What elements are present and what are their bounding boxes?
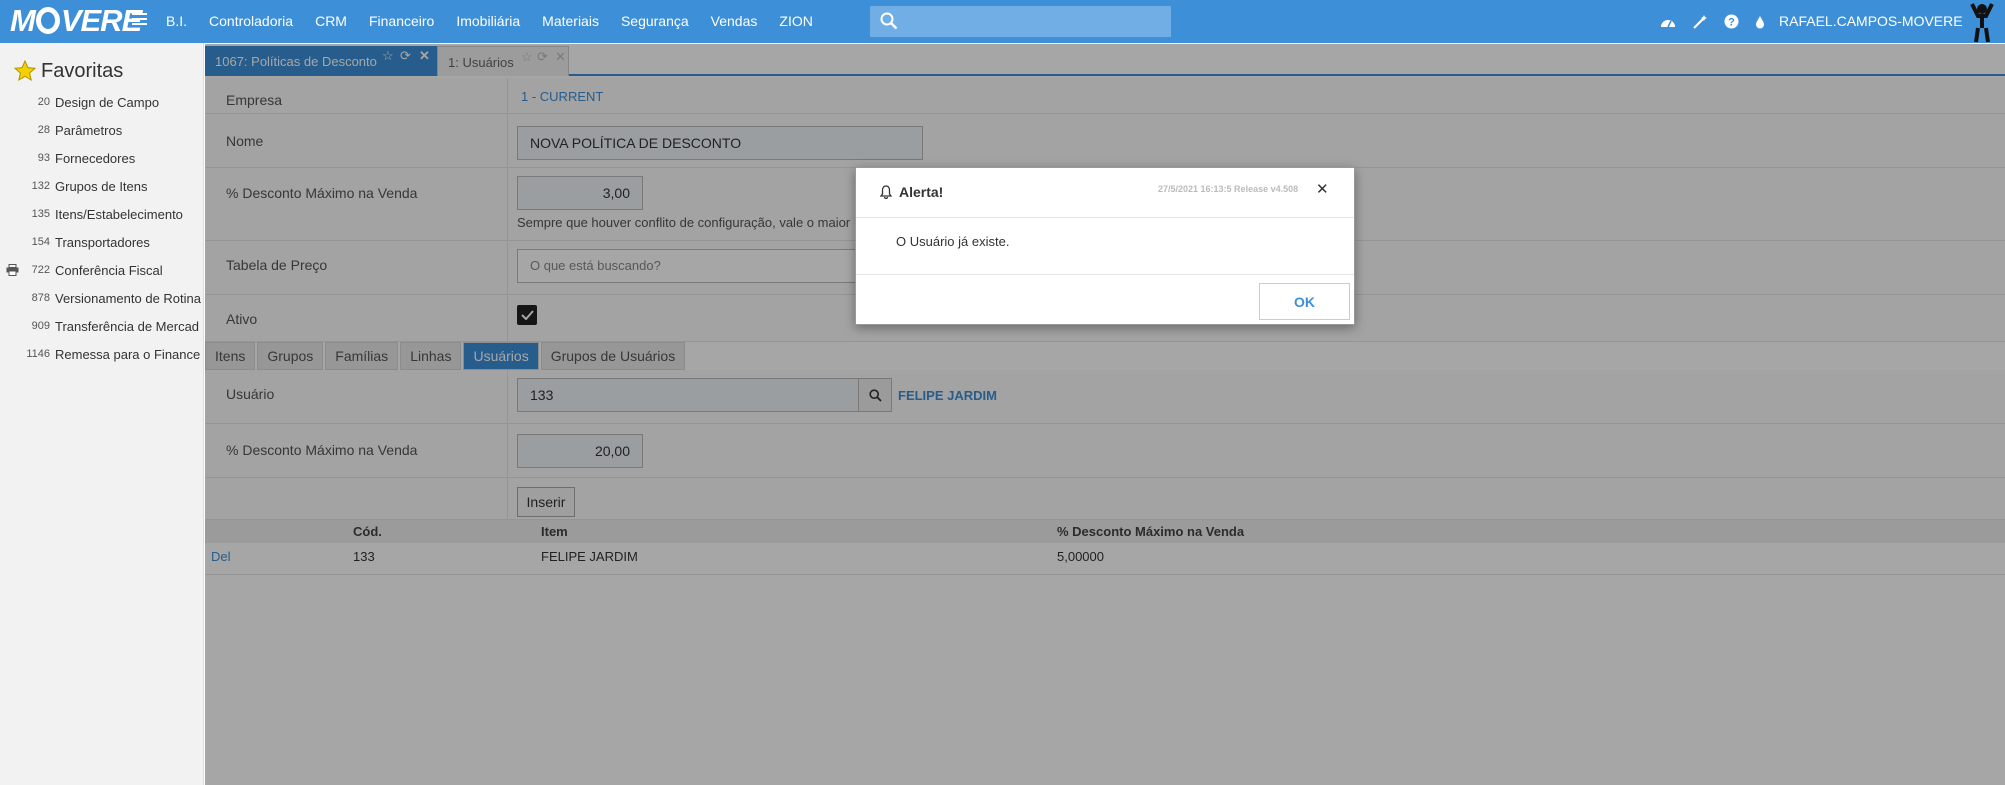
nav-item-seguranca[interactable]: Segurança [610, 0, 700, 43]
close-icon[interactable]: ✕ [1316, 180, 1329, 198]
sidebar-item-number: 878 [31, 292, 50, 304]
sidebar-item-design-de-campo[interactable]: 20 Design de Campo [0, 88, 204, 116]
bell-icon [880, 185, 892, 199]
alert-header: Alerta! 27/5/2021 16:13:5 Release v4.508… [856, 168, 1354, 218]
favorites-title: Favoritas [41, 59, 124, 82]
water-drop-icon[interactable] [1755, 15, 1765, 29]
sidebar-item-label: Versionamento de Rotina [55, 290, 201, 306]
header-tools: ? [1652, 0, 1773, 43]
alert-footer: OK [856, 274, 1354, 324]
hamburger-menu-icon[interactable] [132, 13, 147, 26]
sidebar-item-fornecedores[interactable]: 93 Fornecedores [0, 144, 204, 172]
search-input[interactable] [906, 9, 1164, 34]
sidebar-item-number: 1146 [26, 348, 50, 360]
sidebar-item-remessa-para-o-finance[interactable]: 1146 Remessa para o Finance [0, 340, 204, 368]
sidebar-item-itens-estabelecimento[interactable]: 135 Itens/Estabelecimento [0, 200, 204, 228]
sidebar-item-number: 722 [31, 264, 50, 276]
sidebar-item-number: 28 [37, 124, 50, 136]
sidebar-item-number: 135 [31, 208, 50, 220]
svg-text:?: ? [1728, 17, 1735, 29]
help-icon[interactable]: ? [1724, 14, 1739, 29]
sidebar-item-versionamento-de-rotina[interactable]: 878 Versionamento de Rotina [0, 284, 204, 312]
dashboard-gauge-icon[interactable] [1660, 15, 1676, 29]
nav-item-controladoria[interactable]: Controladoria [198, 0, 304, 43]
sidebar-item-transferencia-de-mercad[interactable]: 909 Transferência de Mercad [0, 312, 204, 340]
sidebar-item-conferencia-fiscal[interactable]: 722 Conferência Fiscal [0, 256, 204, 284]
star-icon [14, 60, 36, 82]
sidebar-item-label: Design de Campo [55, 94, 160, 110]
nav-item-materiais[interactable]: Materiais [531, 0, 610, 43]
sidebar-item-number: 132 [31, 180, 50, 192]
top-navbar: M VERE B.I. Controladoria CRM Financeiro … [0, 0, 2005, 43]
sidebar-item-number: 20 [37, 96, 50, 108]
sidebar-item-parametros[interactable]: 28 Parâmetros [0, 116, 204, 144]
sidebar-item-label: Grupos de Itens [55, 178, 148, 194]
sidebar-item-number: 93 [37, 152, 50, 164]
modal-backdrop[interactable] [205, 44, 2005, 785]
sidebar-item-label: Fornecedores [55, 150, 136, 166]
sidebar-item-label: Conferência Fiscal [55, 262, 163, 278]
nav-item-crm[interactable]: CRM [304, 0, 358, 43]
user-figure-icon [1970, 3, 1994, 43]
sidebar-item-grupos-de-itens[interactable]: 132 Grupos de Itens [0, 172, 204, 200]
nav-item-financeiro[interactable]: Financeiro [358, 0, 445, 43]
global-search [870, 6, 1171, 37]
printer-icon[interactable] [6, 264, 19, 276]
nav-item-imobiliaria[interactable]: Imobiliária [445, 0, 531, 43]
alert-title: Alerta! [899, 184, 944, 200]
ok-button[interactable]: OK [1259, 283, 1350, 320]
nav-item-zion[interactable]: ZION [768, 0, 823, 43]
nav-item-vendas[interactable]: Vendas [700, 0, 769, 43]
alert-timestamp: 27/5/2021 16:13:5 Release v4.508 [1158, 184, 1299, 194]
search-icon [880, 12, 898, 30]
alert-dialog: Alerta! 27/5/2021 16:13:5 Release v4.508… [855, 167, 1355, 325]
avatar[interactable] [1966, 0, 1998, 43]
movere-logo[interactable]: M VERE [10, 2, 142, 40]
sidebar-item-number: 154 [31, 236, 50, 248]
magic-wand-icon[interactable] [1692, 14, 1708, 30]
user-menu[interactable]: RAFAEL.CAMPOS-MOVERE [1779, 0, 1963, 43]
alert-message: O Usuário já existe. [896, 234, 1010, 249]
sidebar-item-number: 909 [31, 320, 50, 332]
favorites-header: Favoritas [14, 58, 123, 84]
sidebar-item-label: Itens/Estabelecimento [55, 206, 183, 222]
sidebar-item-label: Parâmetros [55, 122, 123, 138]
sidebar-item-transportadores[interactable]: 154 Transportadores [0, 228, 204, 256]
sidebar-item-label: Remessa para o Finance [55, 346, 201, 362]
nav-item-bi[interactable]: B.I. [155, 0, 198, 43]
sidebar-item-label: Transportadores [55, 234, 150, 250]
main-nav: B.I. Controladoria CRM Financeiro Imobil… [155, 0, 824, 43]
favorites-sidebar: Favoritas 20 Design de Campo 28 Parâmetros… [0, 43, 204, 785]
sidebar-item-label: Transferência de Mercad [55, 318, 200, 334]
